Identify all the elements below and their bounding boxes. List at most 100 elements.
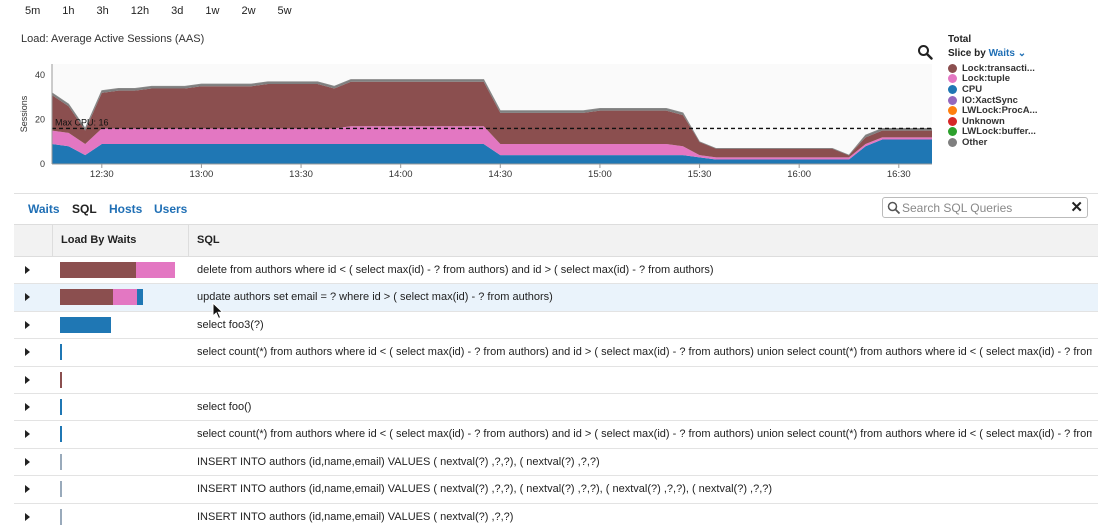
expand-row-icon[interactable] [25,266,30,274]
legend-item[interactable]: IO:XactSync [948,95,1037,106]
legend-label: LWLock:ProcA... [962,105,1038,117]
legend-item[interactable]: CPU [948,84,1037,95]
sql-text[interactable]: select count(*) from authors where id < … [197,339,1092,366]
load-bar [60,453,62,470]
legend-label: LWLock:buffer... [962,126,1036,138]
range-button-1h[interactable]: 1h [51,3,85,19]
expand-row-icon[interactable] [25,402,30,411]
search-icon [887,201,901,215]
load-bar-segment [60,371,62,388]
legend-swatch-icon [948,84,957,94]
mouse-cursor-icon [212,302,224,320]
range-button-12h[interactable]: 12h [120,3,160,19]
time-range-selector: 5m 1h 3h 12h 3d 1w 2w 5w [14,3,303,19]
legend-label: Other [962,136,988,148]
table-row[interactable]: update authors set email = ? where id > … [14,284,1098,312]
sql-text[interactable]: INSERT INTO authors (id,name,email) VALU… [197,449,600,476]
expand-row-icon[interactable] [25,512,30,521]
table-body: delete from authors where id < ( select … [14,257,1098,526]
slice-by-control: Slice by Waits ⌄ [948,48,1037,59]
range-button-3d[interactable]: 3d [160,3,194,19]
legend-item[interactable]: Other [948,137,1037,148]
sql-text[interactable]: select foo3(?) [197,312,264,339]
legend-swatch-icon [948,137,957,147]
column-header-sql[interactable]: SQL [188,225,220,256]
legend-label: Lock:transacti... [962,62,1035,74]
sql-text[interactable]: select count(*) from authors where id < … [197,421,1092,448]
legend-swatch-icon [948,95,957,105]
table-row[interactable]: INSERT INTO authors (id,name,email) VALU… [14,503,1098,526]
sql-text[interactable]: update authors set email = ? where id > … [197,284,553,311]
load-bar [60,289,143,306]
load-bar-segment [60,426,62,443]
load-bar-segment [60,344,62,361]
legend-title: Total [948,34,972,45]
x-tick-label: 15:00 [588,169,612,180]
tab-hosts[interactable]: Hosts [109,202,142,216]
table-row[interactable]: INSERT INTO authors (id,name,email) VALU… [14,448,1098,477]
legend-items: Lock:transacti... Lock:tuple CPU IO:XactSyn… [948,63,1037,148]
legend-item[interactable]: Unknown [948,116,1037,127]
load-bar [60,398,62,415]
load-bar [60,262,175,278]
y-tick-label: 0 [40,159,45,169]
tab-waits[interactable]: Waits [28,202,60,216]
load-bar-segment [60,508,62,525]
table-row[interactable]: delete from authors where id < ( select … [14,257,1098,285]
range-button-3h[interactable]: 3h [86,3,120,19]
sql-text[interactable]: INSERT INTO authors (id,name,email) VALU… [197,504,513,526]
expand-row-icon[interactable] [25,457,30,466]
range-button-5m[interactable]: 5m [14,3,51,19]
expand-row-icon[interactable] [25,375,30,384]
load-bar [60,344,62,361]
column-header-load[interactable]: Load By Waits [52,225,188,256]
table-row[interactable]: select foo3(?) [14,311,1098,340]
legend-item[interactable]: Lock:tuple [948,73,1037,84]
x-tick-label: 14:30 [488,169,512,180]
legend-item[interactable]: LWLock:ProcA... [948,105,1037,116]
legend-swatch-icon [948,63,957,73]
sql-search-box[interactable]: ✕ [882,197,1088,218]
search-input[interactable] [902,199,1062,216]
table-row[interactable] [14,366,1098,394]
load-bar [60,508,62,525]
expand-row-icon[interactable] [25,485,30,494]
legend-swatch-icon [948,127,957,137]
x-tick-label: 14:00 [389,169,413,180]
chevron-down-icon[interactable]: ⌄ [1018,48,1026,59]
legend-item[interactable]: Lock:transacti... [948,63,1037,74]
range-button-2w[interactable]: 2w [230,3,266,19]
table-row[interactable]: select count(*) from authors where id < … [14,339,1098,367]
sql-text[interactable]: INSERT INTO authors (id,name,email) VALU… [197,476,772,503]
slice-by-label: Slice by [948,48,986,59]
x-tick-label: 13:00 [190,169,214,180]
legend-label: IO:XactSync [962,94,1018,106]
tab-users[interactable]: Users [154,202,187,216]
load-chart: Max CPU: 16 0 20 40 Sessions 12:30 13:00 13:30 1… [19,64,932,180]
tab-sql[interactable]: SQL [72,202,97,216]
load-bar-segment [60,316,111,333]
clear-search-icon[interactable]: ✕ [1070,199,1083,216]
table-row[interactable]: INSERT INTO authors (id,name,email) VALU… [14,476,1098,504]
table-row[interactable]: select count(*) from authors where id < … [14,421,1098,449]
range-button-1w[interactable]: 1w [194,3,230,19]
slice-by-value[interactable]: Waits [989,48,1015,59]
expand-row-icon[interactable] [25,430,30,439]
range-button-5w[interactable]: 5w [267,3,303,19]
expand-row-icon[interactable] [25,348,30,357]
expand-row-icon[interactable] [25,320,30,329]
sql-text[interactable]: select foo() [197,394,251,421]
table-row[interactable]: select foo() [14,393,1098,422]
slice-by-dropdown[interactable]: Waits ⌄ [989,48,1026,59]
table-header: Load By Waits SQL [14,224,1098,257]
sql-text[interactable]: delete from authors where id < ( select … [197,257,714,284]
zoom-search-icon[interactable] [917,44,933,60]
x-tick-label: 16:30 [887,169,911,180]
x-tick-label: 15:30 [688,169,712,180]
expand-row-icon[interactable] [25,293,30,302]
load-bar [60,371,62,388]
legend-swatch-icon [948,116,957,126]
top-sql-table: Load By Waits SQL delete from authors wh… [14,224,1098,526]
legend-item[interactable]: LWLock:buffer... [948,126,1037,138]
legend-swatch-icon [948,74,957,84]
